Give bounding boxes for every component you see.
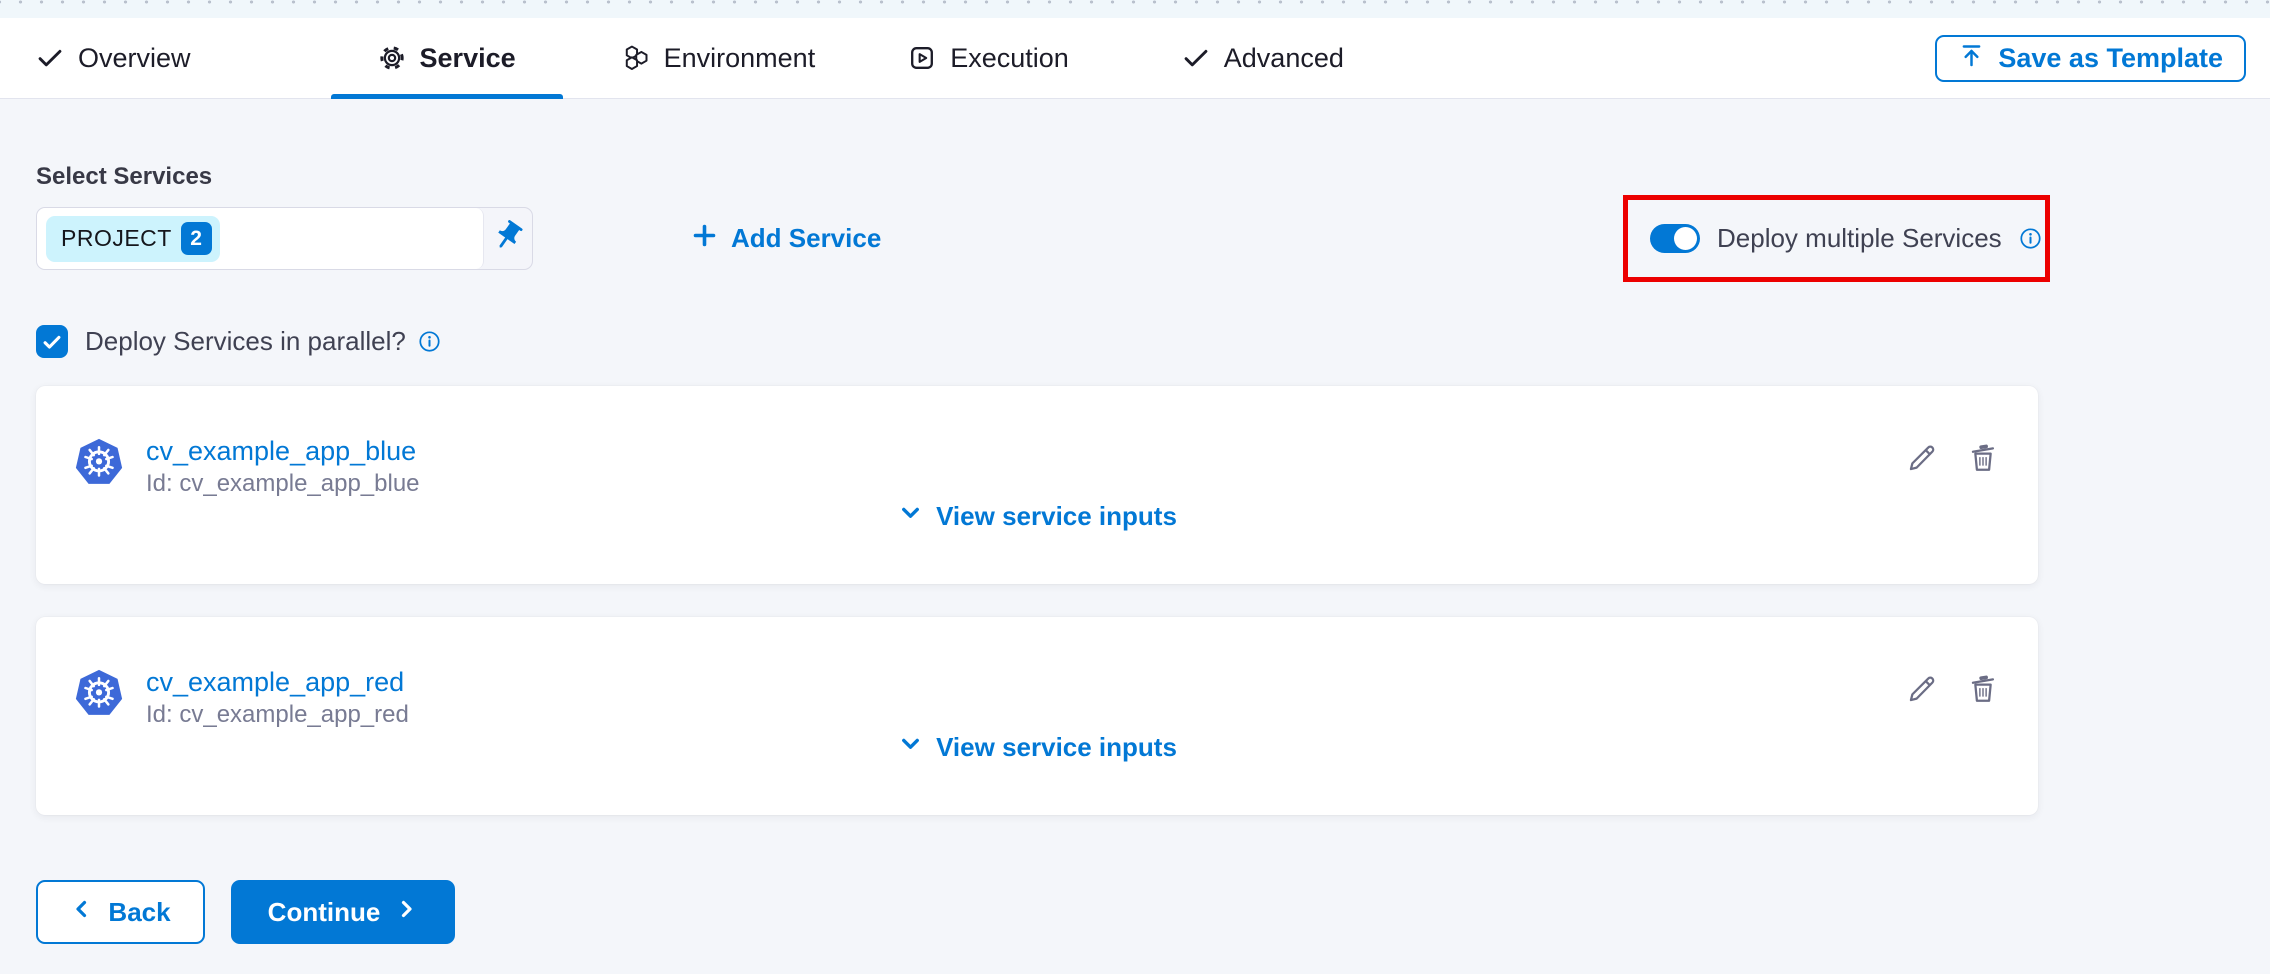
service-select-row: PROJECT 2 A	[36, 195, 2270, 282]
tab-label: Advanced	[1224, 43, 1344, 74]
wizard-footer: Back Continue	[36, 880, 2270, 944]
service-card-header: cv_example_app_red Id: cv_example_app_re…	[74, 666, 2000, 730]
deploy-multiple-highlight-box: Deploy multiple Services	[1623, 195, 2050, 282]
service-text-block: cv_example_app_blue Id: cv_example_app_b…	[146, 435, 420, 499]
toggle-knob	[1674, 227, 1697, 250]
stage-tab-bar: Overview Service Environment	[0, 18, 2270, 99]
chevron-left-icon	[70, 897, 94, 928]
service-name-link[interactable]: cv_example_app_blue	[146, 435, 420, 468]
tab-advanced[interactable]: Advanced	[1182, 18, 1344, 98]
kubernetes-icon	[74, 437, 124, 492]
project-tag-label: PROJECT	[61, 225, 172, 252]
services-multiselect-input[interactable]: PROJECT 2	[36, 207, 533, 270]
dotted-header-strip	[0, 0, 2270, 18]
service-config-content: Select Services PROJECT 2	[0, 163, 2270, 944]
pipeline-stage-config-page: Overview Service Environment	[0, 0, 2270, 974]
service-id: Id: cv_example_app_red	[146, 699, 409, 730]
delete-icon[interactable]	[1966, 441, 2000, 475]
back-button[interactable]: Back	[36, 880, 205, 944]
check-icon	[36, 44, 64, 72]
tab-label: Service	[420, 43, 516, 74]
service-card-header: cv_example_app_blue Id: cv_example_app_b…	[74, 435, 2000, 499]
tab-label: Overview	[78, 43, 191, 74]
info-icon[interactable]	[418, 330, 441, 353]
save-as-template-label: Save as Template	[1998, 43, 2223, 74]
service-text-block: cv_example_app_red Id: cv_example_app_re…	[146, 666, 409, 730]
pin-button[interactable]	[484, 208, 532, 269]
continue-button[interactable]: Continue	[231, 880, 455, 944]
deploy-multiple-toggle[interactable]	[1650, 224, 1700, 253]
check-icon	[1182, 44, 1210, 72]
play-square-icon	[908, 44, 936, 72]
project-tag-count-badge: 2	[181, 222, 212, 255]
project-tag[interactable]: PROJECT 2	[46, 216, 220, 262]
gear-icon	[378, 44, 406, 72]
tab-label: Execution	[950, 43, 1069, 74]
parallel-checkbox-row: Deploy Services in parallel?	[36, 325, 2270, 358]
chevron-down-icon	[897, 730, 924, 764]
chevron-right-icon	[394, 897, 418, 928]
hexagons-icon	[622, 44, 650, 72]
kubernetes-icon	[74, 668, 124, 723]
continue-label: Continue	[268, 897, 381, 928]
view-service-inputs-link[interactable]: View service inputs	[36, 730, 2038, 764]
service-card-actions	[1905, 441, 2000, 475]
multiselect-value-area[interactable]: PROJECT 2	[37, 208, 484, 269]
service-name-link[interactable]: cv_example_app_red	[146, 666, 409, 699]
add-service-label: Add Service	[731, 223, 881, 254]
tab-label: Environment	[664, 43, 816, 74]
tab-service[interactable]: Service	[331, 18, 563, 98]
deploy-multiple-label: Deploy multiple Services	[1717, 223, 2002, 254]
parallel-checkbox-label: Deploy Services in parallel?	[85, 326, 406, 357]
info-icon[interactable]	[2019, 227, 2042, 250]
select-services-label: Select Services	[36, 163, 2270, 191]
edit-icon[interactable]	[1905, 441, 1939, 475]
service-id: Id: cv_example_app_blue	[146, 468, 420, 499]
tab-execution[interactable]: Execution	[908, 18, 1069, 98]
edit-icon[interactable]	[1905, 672, 1939, 706]
pin-icon	[491, 219, 525, 258]
tab-overview[interactable]: Overview	[36, 18, 191, 98]
service-card: cv_example_app_blue Id: cv_example_app_b…	[36, 386, 2038, 584]
service-card: cv_example_app_red Id: cv_example_app_re…	[36, 617, 2038, 815]
delete-icon[interactable]	[1966, 672, 2000, 706]
plus-icon	[691, 222, 718, 256]
service-card-actions	[1905, 672, 2000, 706]
save-as-template-button[interactable]: Save as Template	[1935, 35, 2246, 82]
chevron-down-icon	[897, 499, 924, 533]
view-service-inputs-label: View service inputs	[936, 732, 1177, 763]
add-service-button[interactable]: Add Service	[691, 222, 881, 256]
view-service-inputs-link[interactable]: View service inputs	[36, 499, 2038, 533]
view-service-inputs-label: View service inputs	[936, 501, 1177, 532]
parallel-checkbox[interactable]	[36, 325, 68, 358]
back-label: Back	[108, 897, 170, 928]
upload-icon	[1958, 42, 1985, 76]
tab-environment[interactable]: Environment	[622, 18, 816, 98]
